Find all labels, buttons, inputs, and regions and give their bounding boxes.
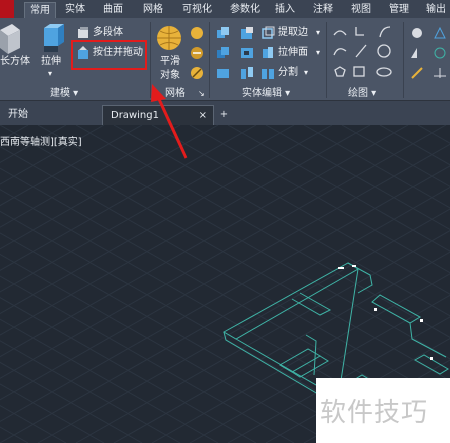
annotation-arrow-icon (151, 84, 188, 159)
watermark-text: 软件技巧 (320, 398, 429, 428)
watermark: 软件技巧 (316, 378, 450, 443)
